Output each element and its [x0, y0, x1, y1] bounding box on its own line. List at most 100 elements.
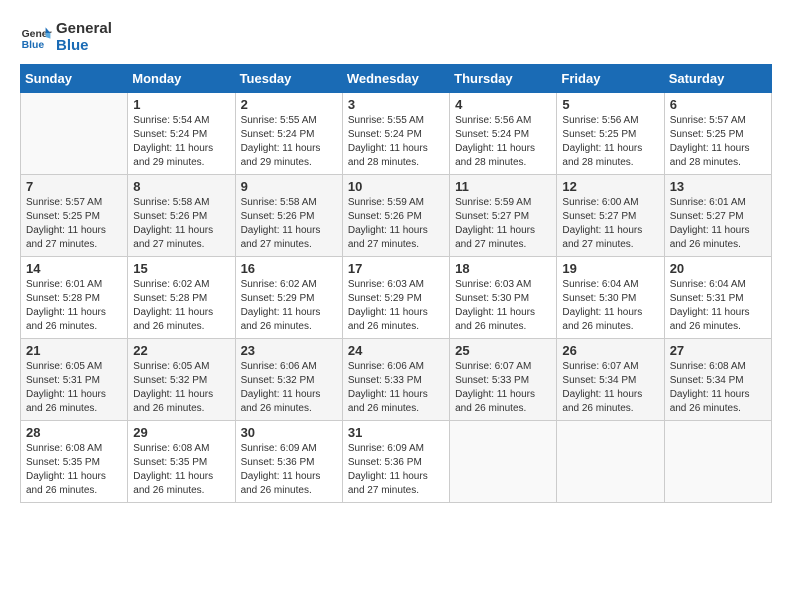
day-number: 17: [348, 261, 444, 276]
col-header-thursday: Thursday: [450, 65, 557, 93]
day-number: 29: [133, 425, 229, 440]
col-header-friday: Friday: [557, 65, 664, 93]
calendar-cell: 2 Sunrise: 5:55 AM Sunset: 5:24 PM Daylig…: [235, 93, 342, 175]
day-info: Sunrise: 6:02 AM Sunset: 5:28 PM Dayligh…: [133, 278, 229, 334]
day-info: Sunrise: 6:04 AM Sunset: 5:31 PM Dayligh…: [670, 278, 766, 334]
calendar-cell: 23Sunrise: 6:06 AM Sunset: 5:32 PM Dayli…: [235, 339, 342, 421]
day-number: 9: [241, 179, 337, 194]
day-number: 13: [670, 179, 766, 194]
calendar-cell: 16 Sunrise: 6:02 AM Sunset: 5:29 PM Dayli…: [235, 257, 342, 339]
calendar-cell: 28 Sunrise: 6:08 AM Sunset: 5:35 PM Dayli…: [21, 421, 128, 503]
calendar-cell: 29 Sunrise: 6:08 AM Sunset: 5:35 PM Dayli…: [128, 421, 235, 503]
day-info: Sunrise: 6:02 AM Sunset: 5:29 PM Dayligh…: [241, 278, 337, 334]
calendar-cell: 19Sunrise: 6:04 AM Sunset: 5:30 PM Dayli…: [557, 257, 664, 339]
day-info: Sunrise: 5:56 AM Sunset: 5:24 PM Dayligh…: [455, 114, 551, 170]
day-info: Sunrise: 5:57 AM Sunset: 5:25 PM Dayligh…: [670, 114, 766, 170]
calendar-cell: [450, 421, 557, 503]
day-number: 6: [670, 97, 766, 112]
calendar-cell: 3 Sunrise: 5:55 AM Sunset: 5:24 PM Daylig…: [342, 93, 449, 175]
calendar-cell: 6 Sunrise: 5:57 AM Sunset: 5:25 PM Daylig…: [664, 93, 771, 175]
day-info: Sunrise: 5:55 AM Sunset: 5:24 PM Dayligh…: [348, 114, 444, 170]
day-number: 1: [133, 97, 229, 112]
col-header-saturday: Saturday: [664, 65, 771, 93]
day-number: 5: [562, 97, 658, 112]
logo-icon: General Blue: [20, 21, 52, 53]
day-info: Sunrise: 6:01 AM Sunset: 5:28 PM Dayligh…: [26, 278, 122, 334]
logo: General Blue General Blue: [20, 20, 112, 54]
day-number: 15: [133, 261, 229, 276]
calendar-cell: 21 Sunrise: 6:05 AM Sunset: 5:31 PM Dayli…: [21, 339, 128, 421]
logo-blue: Blue: [56, 37, 112, 54]
day-info: Sunrise: 6:07 AM Sunset: 5:33 PM Dayligh…: [455, 360, 551, 416]
calendar-cell: 26 Sunrise: 6:07 AM Sunset: 5:34 PM Dayli…: [557, 339, 664, 421]
day-number: 26: [562, 343, 658, 358]
day-number: 2: [241, 97, 337, 112]
day-info: Sunrise: 5:55 AM Sunset: 5:24 PM Dayligh…: [241, 114, 337, 170]
calendar-cell: 8 Sunrise: 5:58 AM Sunset: 5:26 PM Daylig…: [128, 175, 235, 257]
calendar-week-row: 1 Sunrise: 5:54 AM Sunset: 5:24 PM Daylig…: [21, 93, 772, 175]
day-number: 19: [562, 261, 658, 276]
day-number: 3: [348, 97, 444, 112]
calendar-cell: [557, 421, 664, 503]
calendar-cell: 7Sunrise: 5:57 AM Sunset: 5:25 PM Daylig…: [21, 175, 128, 257]
calendar-cell: 24 Sunrise: 6:06 AM Sunset: 5:33 PM Dayli…: [342, 339, 449, 421]
calendar-week-row: 7Sunrise: 5:57 AM Sunset: 5:25 PM Daylig…: [21, 175, 772, 257]
day-number: 20: [670, 261, 766, 276]
calendar-cell: 15 Sunrise: 6:02 AM Sunset: 5:28 PM Dayli…: [128, 257, 235, 339]
day-number: 23: [241, 343, 337, 358]
day-info: Sunrise: 5:57 AM Sunset: 5:25 PM Dayligh…: [26, 196, 122, 252]
day-number: 18: [455, 261, 551, 276]
day-number: 24: [348, 343, 444, 358]
calendar-cell: 17 Sunrise: 6:03 AM Sunset: 5:29 PM Dayli…: [342, 257, 449, 339]
calendar-cell: 4 Sunrise: 5:56 AM Sunset: 5:24 PM Daylig…: [450, 93, 557, 175]
svg-text:Blue: Blue: [22, 40, 45, 51]
calendar-cell: 14Sunrise: 6:01 AM Sunset: 5:28 PM Dayli…: [21, 257, 128, 339]
day-number: 28: [26, 425, 122, 440]
calendar-cell: [664, 421, 771, 503]
calendar-cell: [21, 93, 128, 175]
day-number: 22: [133, 343, 229, 358]
calendar-header-row: SundayMondayTuesdayWednesdayThursdayFrid…: [21, 65, 772, 93]
calendar-cell: 20 Sunrise: 6:04 AM Sunset: 5:31 PM Dayli…: [664, 257, 771, 339]
calendar-cell: 11Sunrise: 5:59 AM Sunset: 5:27 PM Dayli…: [450, 175, 557, 257]
day-number: 12: [562, 179, 658, 194]
day-info: Sunrise: 6:08 AM Sunset: 5:34 PM Dayligh…: [670, 360, 766, 416]
day-info: Sunrise: 6:00 AM Sunset: 5:27 PM Dayligh…: [562, 196, 658, 252]
day-info: Sunrise: 6:05 AM Sunset: 5:32 PM Dayligh…: [133, 360, 229, 416]
day-info: Sunrise: 6:09 AM Sunset: 5:36 PM Dayligh…: [241, 442, 337, 498]
calendar-cell: 5 Sunrise: 5:56 AM Sunset: 5:25 PM Daylig…: [557, 93, 664, 175]
day-info: Sunrise: 6:08 AM Sunset: 5:35 PM Dayligh…: [133, 442, 229, 498]
col-header-wednesday: Wednesday: [342, 65, 449, 93]
day-number: 4: [455, 97, 551, 112]
calendar-cell: 18 Sunrise: 6:03 AM Sunset: 5:30 PM Dayli…: [450, 257, 557, 339]
day-info: Sunrise: 6:07 AM Sunset: 5:34 PM Dayligh…: [562, 360, 658, 416]
day-info: Sunrise: 6:03 AM Sunset: 5:30 PM Dayligh…: [455, 278, 551, 334]
day-number: 25: [455, 343, 551, 358]
day-info: Sunrise: 6:06 AM Sunset: 5:33 PM Dayligh…: [348, 360, 444, 416]
col-header-tuesday: Tuesday: [235, 65, 342, 93]
calendar-week-row: 21 Sunrise: 6:05 AM Sunset: 5:31 PM Dayli…: [21, 339, 772, 421]
day-info: Sunrise: 5:56 AM Sunset: 5:25 PM Dayligh…: [562, 114, 658, 170]
day-number: 10: [348, 179, 444, 194]
calendar-week-row: 14Sunrise: 6:01 AM Sunset: 5:28 PM Dayli…: [21, 257, 772, 339]
logo-general: General: [56, 20, 112, 37]
day-info: Sunrise: 5:59 AM Sunset: 5:26 PM Dayligh…: [348, 196, 444, 252]
day-info: Sunrise: 6:01 AM Sunset: 5:27 PM Dayligh…: [670, 196, 766, 252]
day-number: 21: [26, 343, 122, 358]
day-number: 8: [133, 179, 229, 194]
calendar-cell: 12 Sunrise: 6:00 AM Sunset: 5:27 PM Dayli…: [557, 175, 664, 257]
calendar-cell: 1 Sunrise: 5:54 AM Sunset: 5:24 PM Daylig…: [128, 93, 235, 175]
calendar-cell: 25 Sunrise: 6:07 AM Sunset: 5:33 PM Dayli…: [450, 339, 557, 421]
day-number: 16: [241, 261, 337, 276]
day-info: Sunrise: 5:58 AM Sunset: 5:26 PM Dayligh…: [133, 196, 229, 252]
day-info: Sunrise: 5:54 AM Sunset: 5:24 PM Dayligh…: [133, 114, 229, 170]
day-number: 30: [241, 425, 337, 440]
day-info: Sunrise: 6:03 AM Sunset: 5:29 PM Dayligh…: [348, 278, 444, 334]
calendar-cell: 9 Sunrise: 5:58 AM Sunset: 5:26 PM Daylig…: [235, 175, 342, 257]
calendar-cell: 30 Sunrise: 6:09 AM Sunset: 5:36 PM Dayli…: [235, 421, 342, 503]
day-info: Sunrise: 6:05 AM Sunset: 5:31 PM Dayligh…: [26, 360, 122, 416]
day-info: Sunrise: 5:58 AM Sunset: 5:26 PM Dayligh…: [241, 196, 337, 252]
calendar-week-row: 28 Sunrise: 6:08 AM Sunset: 5:35 PM Dayli…: [21, 421, 772, 503]
day-info: Sunrise: 6:08 AM Sunset: 5:35 PM Dayligh…: [26, 442, 122, 498]
day-number: 27: [670, 343, 766, 358]
